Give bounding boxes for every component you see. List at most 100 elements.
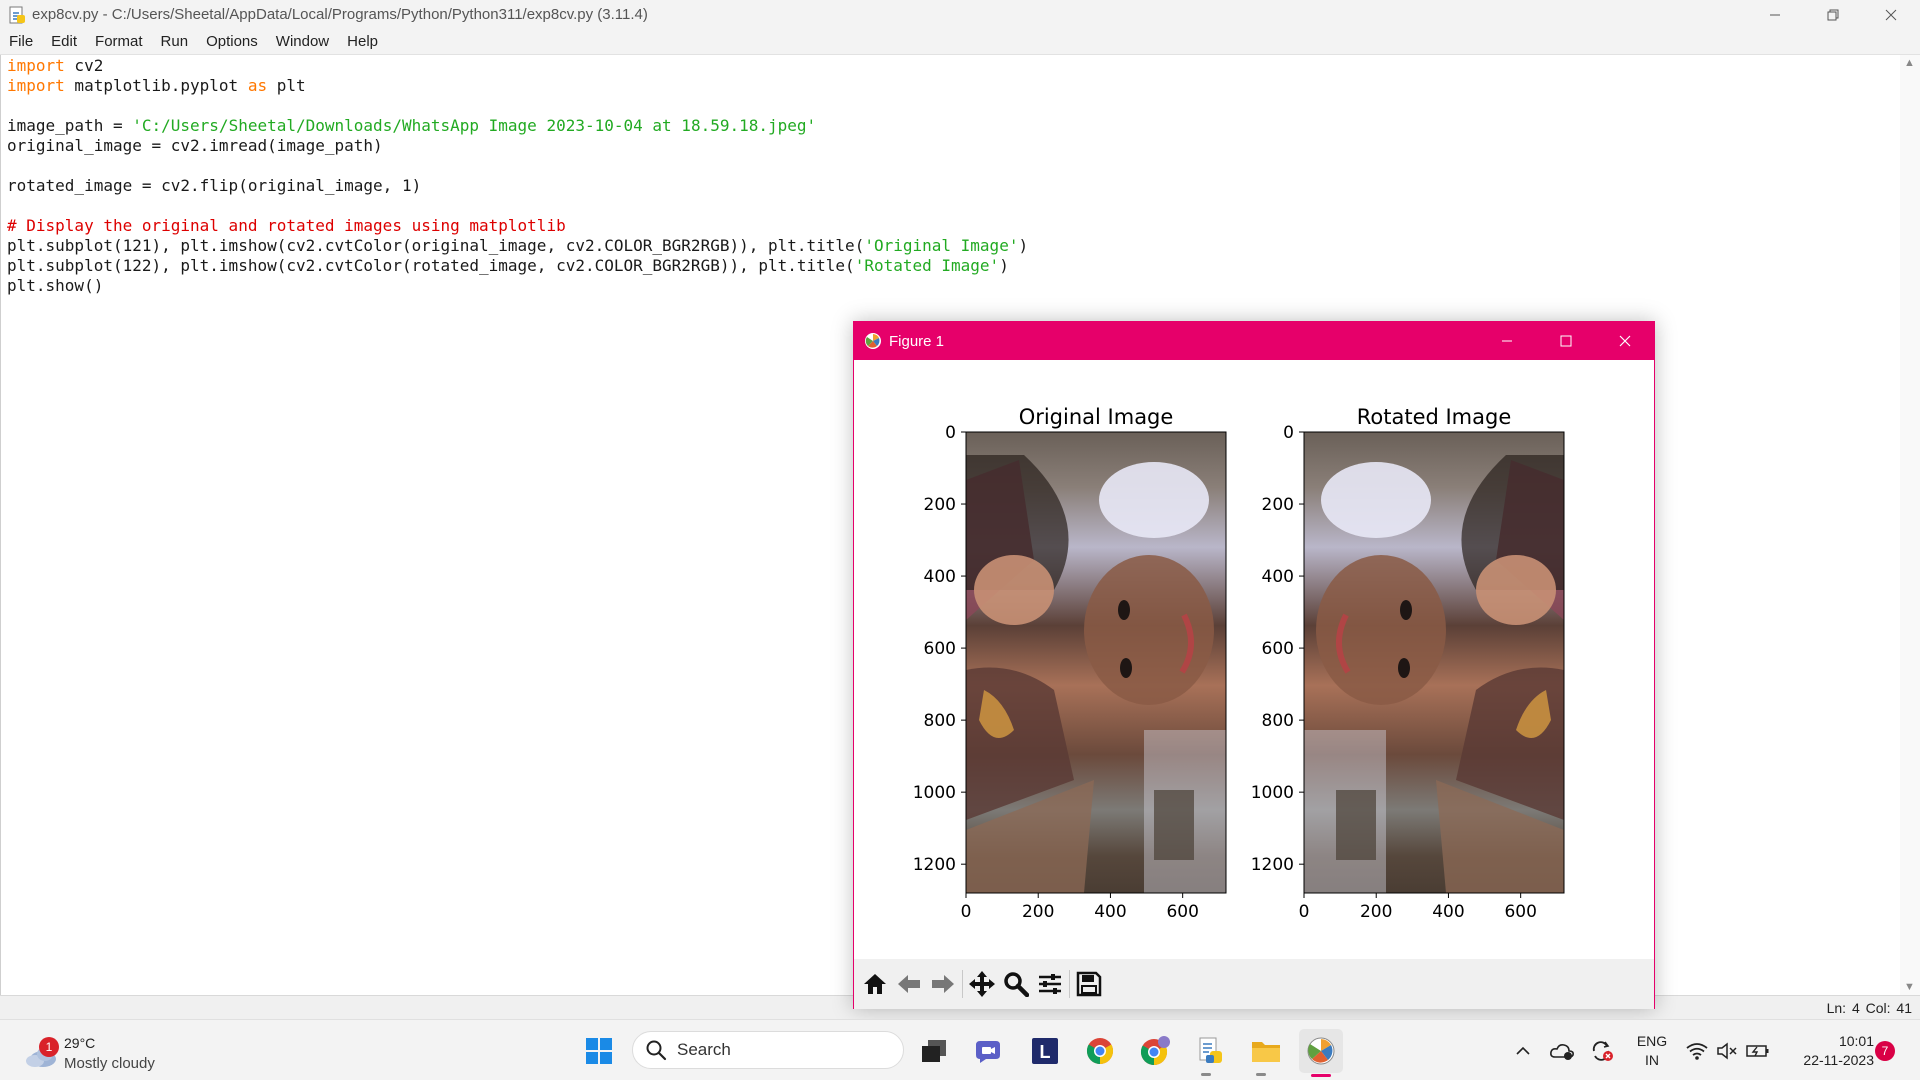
menu-edit[interactable]: Edit — [42, 33, 86, 50]
running-indicator — [1201, 1073, 1211, 1076]
home-button[interactable] — [858, 967, 892, 1001]
code-token: import — [7, 56, 65, 75]
save-button[interactable] — [1072, 967, 1106, 1001]
code-line: plt.show() — [7, 276, 1028, 296]
sync-error-icon — [1592, 1040, 1613, 1061]
minimize-icon — [1770, 14, 1780, 15]
vertical-scrollbar[interactable]: ▲ ▼ — [1900, 55, 1920, 995]
menu-options[interactable]: Options — [197, 33, 267, 50]
maximize-icon — [1560, 335, 1571, 347]
restore-button[interactable] — [1804, 0, 1862, 29]
chrome-button[interactable] — [1078, 1029, 1122, 1073]
clock[interactable]: 10:01 22-11-2023 — [1782, 1032, 1874, 1070]
figure-close-button[interactable] — [1595, 322, 1654, 360]
close-button[interactable] — [1862, 0, 1920, 29]
window-titlebar: exp8cv.py - C:/Users/Sheetal/AppData/Loc… — [0, 0, 1920, 29]
scroll-down-icon[interactable]: ▼ — [1904, 981, 1915, 993]
notification-badge[interactable]: 7 — [1875, 1041, 1895, 1061]
original-image — [966, 432, 1226, 893]
code-token: as — [247, 76, 268, 95]
battery-charging-icon — [1746, 1044, 1769, 1057]
cloud-sync-icon — [1550, 1043, 1574, 1060]
weather-widget[interactable]: 1 29°C Mostly cloudy — [20, 1028, 180, 1074]
menu-file[interactable]: File — [0, 33, 42, 50]
start-button[interactable] — [577, 1029, 621, 1073]
y-tick-label: 800 — [1262, 711, 1294, 731]
meet-app-button[interactable] — [967, 1029, 1011, 1073]
close-icon — [1619, 335, 1630, 347]
figure-toolbar — [854, 959, 1654, 1009]
taskbar-search[interactable]: Search — [632, 1031, 904, 1069]
task-view-icon — [922, 1040, 946, 1062]
y-tick-label: 400 — [924, 567, 956, 587]
back-arrow-icon — [898, 975, 920, 993]
active-indicator — [1311, 1074, 1331, 1077]
forward-button[interactable] — [926, 967, 960, 1001]
y-tick-label: 0 — [945, 423, 956, 443]
y-tick-label: 1200 — [1251, 855, 1294, 875]
sync-tray-button[interactable] — [1587, 1020, 1617, 1080]
x-tick-label: 600 — [1166, 902, 1198, 922]
code-token: image_path = — [7, 116, 133, 135]
menu-format[interactable]: Format — [86, 33, 152, 50]
code-text[interactable]: import cv2 import matplotlib.pyplot as pl… — [7, 56, 1028, 296]
chrome-profile-button[interactable] — [1133, 1029, 1177, 1073]
rotated-image — [1304, 432, 1564, 893]
menu-run[interactable]: Run — [152, 33, 198, 50]
subplot-rotated: Rotated Image 0 200 400 6000200400600800… — [1251, 405, 1565, 922]
configure-subplots-button[interactable] — [1033, 967, 1067, 1001]
pan-button[interactable] — [965, 967, 999, 1001]
search-label: Search — [677, 1040, 731, 1059]
figure-minimize-button[interactable] — [1477, 322, 1536, 360]
menu-window[interactable]: Window — [267, 33, 338, 50]
forward-arrow-icon — [932, 975, 954, 993]
y-tick-label: 200 — [924, 495, 956, 515]
python-app-button[interactable] — [1189, 1029, 1233, 1073]
menu-help[interactable]: Help — [338, 33, 387, 50]
svg-text:L: L — [1040, 1042, 1051, 1062]
matplotlib-app-button[interactable] — [1299, 1029, 1343, 1077]
windows-icon — [586, 1038, 612, 1064]
clock-date: 22-11-2023 — [1803, 1052, 1874, 1068]
plot-canvas[interactable]: Original Image 0 200 400 600 0 200 400 600 800 10… — [854, 360, 1654, 959]
x-tick-label: 200 — [1360, 902, 1392, 922]
figure-maximize-button[interactable] — [1536, 322, 1595, 360]
code-token: original_image = cv2.imread(image_path) — [7, 136, 383, 155]
figure-window[interactable]: Figure 1 Original Image 0 200 400 600 0 … — [853, 321, 1655, 1009]
zoom-button[interactable] — [999, 967, 1033, 1001]
volume-tray-button[interactable] — [1713, 1020, 1741, 1080]
y-tick-label: 0 — [1283, 423, 1294, 443]
code-line: import cv2 — [7, 56, 1028, 76]
code-token: plt.subplot(121), plt.imshow(cv2.cvtColo… — [7, 236, 865, 255]
code-line: plt.subplot(122), plt.imshow(cv2.cvtColo… — [7, 256, 1028, 276]
matplotlib-icon — [1307, 1037, 1335, 1065]
file-explorer-button[interactable] — [1244, 1029, 1288, 1073]
battery-tray-button[interactable] — [1743, 1020, 1773, 1080]
x-tick-label: 400 — [1432, 902, 1464, 922]
show-hidden-icons-button[interactable] — [1510, 1020, 1536, 1080]
code-token: 'Original Image' — [864, 236, 1019, 255]
back-button[interactable] — [892, 967, 926, 1001]
weather-temperature: 29°C — [64, 1035, 96, 1051]
code-token: plt.subplot(122), plt.imshow(cv2.cvtColo… — [7, 256, 855, 275]
scroll-up-icon[interactable]: ▲ — [1904, 57, 1915, 69]
home-icon — [864, 974, 886, 994]
code-line: plt.subplot(121), plt.imshow(cv2.cvtColo… — [7, 236, 1028, 256]
l-app-icon: L — [1032, 1038, 1058, 1064]
x-tick-label: 400 — [1094, 902, 1126, 922]
weather-condition: Mostly cloudy — [64, 1055, 155, 1072]
code-token: ) — [999, 256, 1009, 275]
wifi-tray-button[interactable] — [1683, 1020, 1711, 1080]
language-indicator[interactable]: ENG IN — [1634, 1032, 1670, 1070]
subplot-title-rotated: Rotated Image — [1357, 405, 1512, 429]
l-app-button[interactable]: L — [1023, 1029, 1067, 1073]
chrome-icon — [1086, 1038, 1114, 1065]
search-icon — [646, 1040, 667, 1061]
minimize-button[interactable] — [1746, 0, 1804, 29]
task-view-button[interactable] — [912, 1029, 956, 1073]
video-chat-icon — [976, 1041, 1000, 1063]
onedrive-tray-button[interactable] — [1547, 1020, 1577, 1080]
save-icon — [1076, 971, 1102, 997]
